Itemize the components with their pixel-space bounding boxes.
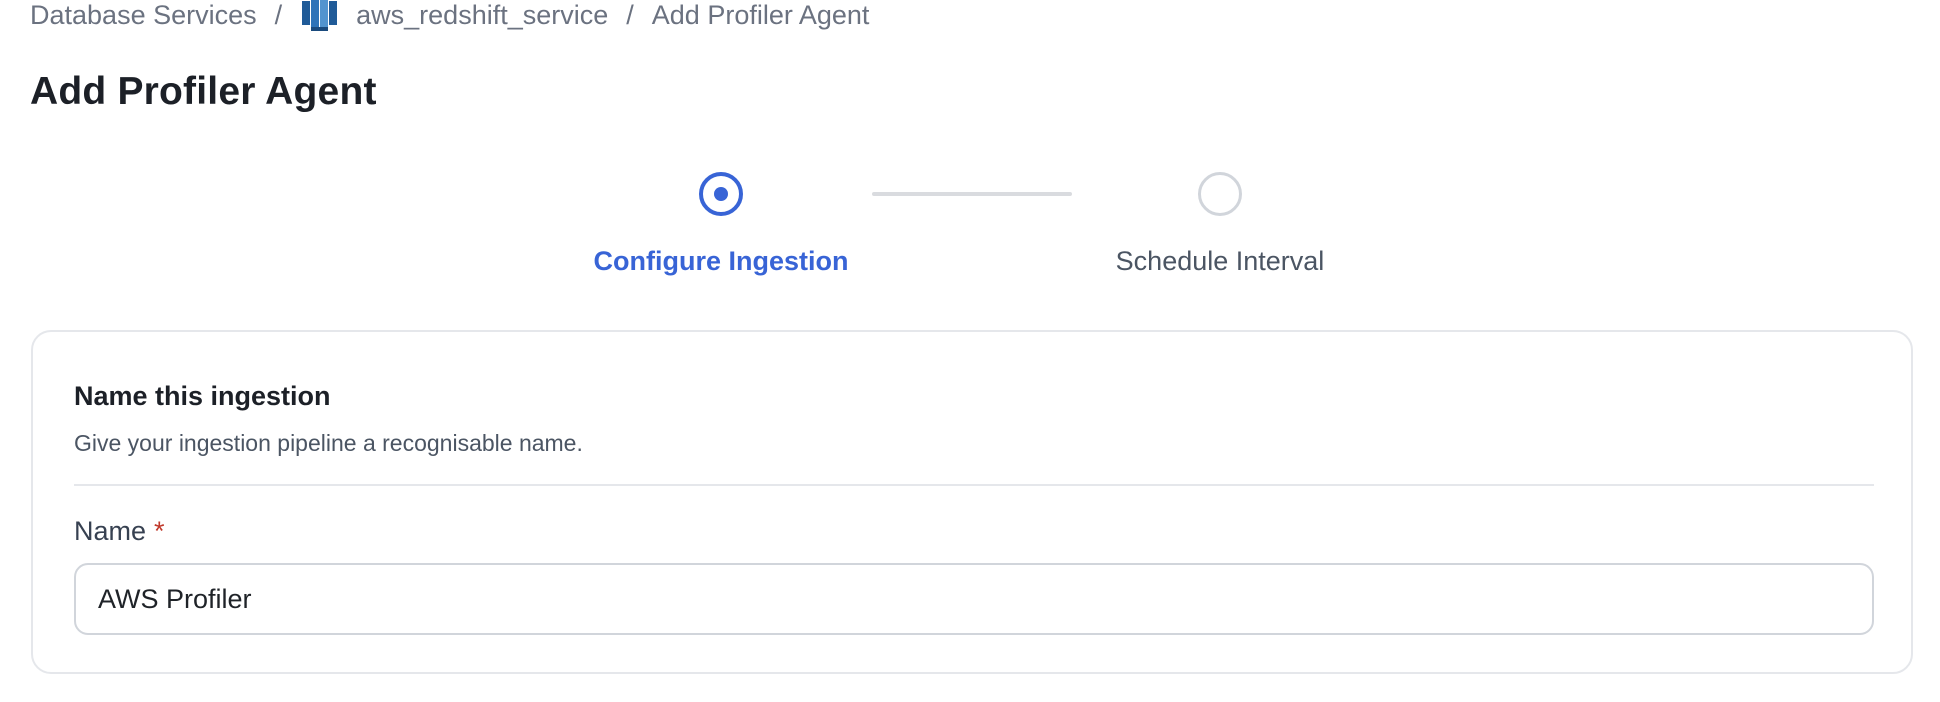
name-field-label: Name *	[74, 516, 165, 547]
name-input[interactable]	[74, 563, 1874, 635]
step-connector	[872, 192, 1072, 196]
ingestion-name-card: Name this ingestion Give your ingestion …	[31, 330, 1913, 674]
step-schedule-interval-indicator	[1198, 172, 1242, 216]
section-description: Give your ingestion pipeline a recognisa…	[74, 430, 583, 456]
breadcrumb-separator: /	[626, 0, 634, 30]
name-label-text: Name	[74, 516, 147, 546]
breadcrumb-separator: /	[274, 0, 283, 30]
step-schedule-interval-label: Schedule Interval	[1115, 246, 1325, 276]
breadcrumb-current: Add Profiler Agent	[651, 0, 870, 30]
breadcrumb-database-services[interactable]: Database Services	[30, 0, 257, 31]
breadcrumb: Database Services / aws_redshift_service…	[30, 0, 870, 31]
step-configure-ingestion-indicator	[699, 172, 743, 216]
redshift-icon	[300, 0, 340, 31]
active-step-dot	[714, 187, 728, 201]
stepper: Configure Ingestion Schedule Interval	[0, 172, 1940, 282]
page-title: Add Profiler Agent	[30, 70, 377, 113]
divider	[74, 484, 1874, 486]
section-title: Name this ingestion	[74, 381, 331, 411]
step-configure-ingestion-label: Configure Ingestion	[593, 246, 849, 276]
breadcrumb-service[interactable]: aws_redshift_service	[356, 0, 608, 31]
page: Database Services / aws_redshift_service…	[0, 0, 1940, 702]
required-marker: *	[154, 516, 165, 546]
